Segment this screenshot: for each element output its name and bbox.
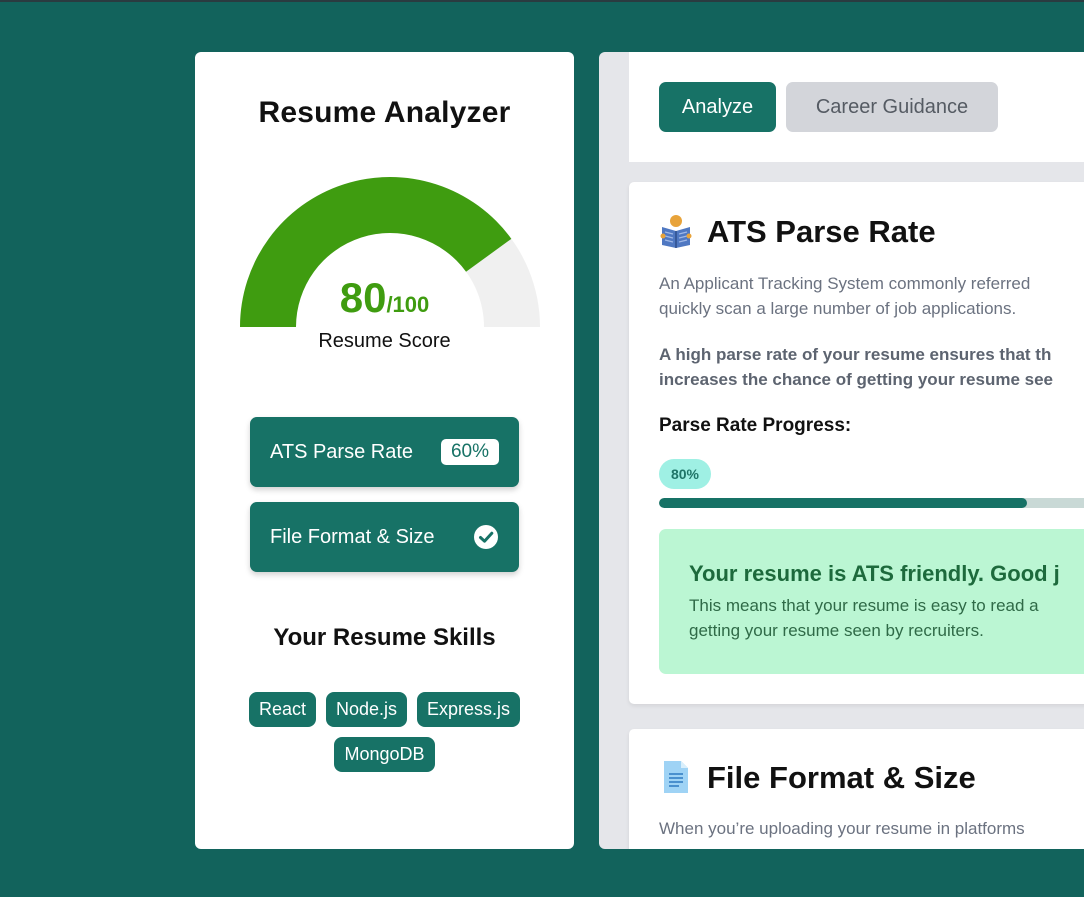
parse-rate-progress-value: 80% [659, 459, 711, 489]
parse-rate-progress-fill [659, 498, 1027, 508]
score-label: Resume Score [318, 330, 451, 352]
skill-chip: Node.js [325, 692, 408, 727]
skills-title: Your Resume Skills [273, 624, 496, 651]
app-title: Resume Analyzer [258, 96, 511, 129]
tab-analyze[interactable]: Analyze [659, 82, 776, 132]
ats-emphasis: A high parse rate of your resume ensures… [659, 342, 1084, 392]
file-format-card: File Format & Size When you’re uploading… [629, 729, 1084, 849]
document-icon [664, 761, 688, 793]
ats-parse-rate-card: ATS Parse Rate An Applicant Tracking Sys… [629, 182, 1084, 704]
ats-success-line: This means that your resume is easy to r… [689, 596, 1039, 615]
ats-success-line: getting your resume seen by recruiters. [689, 621, 984, 640]
parse-rate-progress-label: Parse Rate Progress: [659, 415, 852, 436]
ats-parse-rate-button[interactable]: ATS Parse Rate 60% [250, 417, 519, 487]
ats-parse-rate-label: ATS Parse Rate [270, 440, 414, 463]
tab-bar: Analyze Career Guidance [629, 52, 1084, 162]
ats-description-line: quickly scan a large number of job appli… [659, 299, 1017, 318]
file-format-size-button[interactable]: File Format & Size [250, 502, 519, 572]
file-format-size-label: File Format & Size [270, 525, 435, 548]
file-card-title: File Format & Size [707, 760, 976, 795]
score-value: 80 [339, 274, 387, 321]
score-max: /100 [386, 292, 430, 317]
ats-success-text: This means that your resume is easy to r… [689, 593, 1039, 643]
analysis-panel: Analyze Career Guidance ATS Parse Rate A… [599, 52, 1084, 849]
ats-success-alert: Your resume is ATS friendly. Good j This… [659, 529, 1084, 674]
ats-description: An Applicant Tracking System commonly re… [659, 271, 1084, 321]
skill-chip: Express.js [417, 692, 521, 727]
tab-career-guidance[interactable]: Career Guidance [786, 82, 998, 132]
ats-description-line: An Applicant Tracking System commonly re… [659, 274, 1031, 293]
skill-chip: React [248, 692, 316, 727]
window-top-border [0, 0, 1084, 2]
ats-success-title: Your resume is ATS friendly. Good j [689, 561, 1060, 586]
ats-parse-rate-badge: 60% [440, 439, 499, 465]
ats-emphasis-line: A high parse rate of your resume ensures… [659, 345, 1052, 364]
parse-rate-progress-bar [659, 498, 1084, 508]
skill-chip: MongoDB [334, 737, 435, 772]
skills-list: React Node.js Express.js MongoDB [235, 692, 534, 772]
file-card-description: When you’re uploading your resume in pla… [659, 819, 1025, 838]
score-display: 80/100 [195, 274, 574, 322]
check-circle-icon [474, 525, 498, 549]
score-sidebar: Resume Analyzer 80/100 Resume Score ATS … [195, 52, 574, 849]
person-reading-icon [660, 215, 692, 248]
ats-emphasis-line: increases the chance of getting your res… [659, 370, 1053, 389]
ats-card-title: ATS Parse Rate [707, 214, 936, 249]
